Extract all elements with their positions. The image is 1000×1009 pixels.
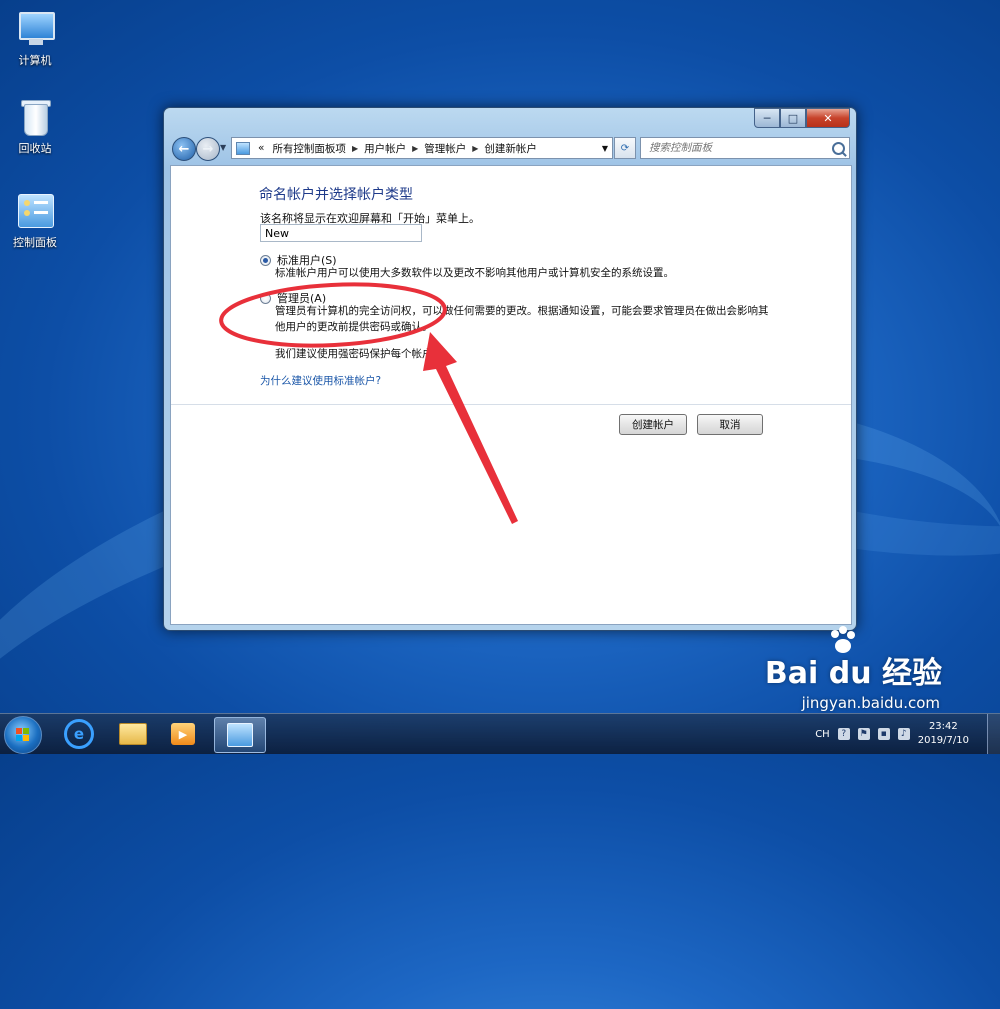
action-center-icon[interactable]: ⚑ bbox=[857, 728, 870, 740]
password-recommendation: 我们建议使用强密码保护每个帐户。 bbox=[275, 348, 443, 360]
why-standard-account-link[interactable]: 为什么建议使用标准帐户? bbox=[260, 373, 381, 388]
forward-button[interactable]: → bbox=[196, 137, 220, 161]
chevron-right-icon[interactable]: ▶ bbox=[470, 144, 480, 153]
control-panel-icon bbox=[16, 192, 54, 230]
desktop-icon-control-panel[interactable]: 控制面板 bbox=[0, 192, 70, 250]
desktop-icon-label: 控制面板 bbox=[13, 236, 57, 249]
system-tray: CH ? ⚑ ▪ ♪ 23:42 2019/7/10 bbox=[815, 714, 1000, 754]
breadcrumb-overflow[interactable]: « bbox=[254, 142, 268, 154]
baidu-watermark: Bai du 经验 bbox=[764, 626, 942, 692]
watermark-brand: Bai du 经验 bbox=[764, 656, 942, 691]
cancel-button[interactable]: 取消 bbox=[697, 414, 763, 435]
page-title: 命名帐户并选择帐户类型 bbox=[259, 187, 413, 203]
maximize-button[interactable]: □ bbox=[780, 108, 806, 128]
taskbar-media-player[interactable]: ▶ bbox=[158, 717, 208, 751]
refresh-button[interactable]: ⟳ bbox=[614, 137, 636, 159]
administrator-description: 管理员有计算机的完全访问权，可以做任何需要的更改。根据通知设置，可能会要求管理员… bbox=[275, 305, 769, 333]
divider bbox=[171, 404, 851, 405]
breadcrumb-user-accounts[interactable]: 用户帐户 bbox=[360, 141, 410, 156]
address-bar[interactable]: « 所有控制面板项 ▶ 用户帐户 ▶ 管理帐户 ▶ 创建新帐户 ▼ bbox=[231, 137, 613, 159]
search-box[interactable] bbox=[640, 137, 850, 159]
recent-pages-dropdown[interactable]: ▼ bbox=[220, 143, 226, 152]
internet-explorer-icon: e bbox=[64, 719, 94, 749]
control-panel-icon bbox=[227, 723, 253, 747]
minimize-button[interactable]: ─ bbox=[754, 108, 780, 128]
windows-logo-icon bbox=[16, 728, 30, 742]
breadcrumb-create-account[interactable]: 创建新帐户 bbox=[480, 141, 541, 156]
search-icon[interactable] bbox=[832, 141, 845, 155]
clock-time: 23:42 bbox=[928, 721, 958, 732]
clock-date: 2019/7/10 bbox=[917, 735, 969, 746]
taskbar: e ▶ CH ? ⚑ ▪ ♪ 23:42 2019/7/10 bbox=[0, 713, 1000, 754]
taskbar-internet-explorer[interactable]: e bbox=[54, 717, 104, 751]
start-button[interactable] bbox=[4, 716, 42, 754]
standard-user-description: 标准帐户用户可以使用大多数软件以及更改不影响其他用户或计算机安全的系统设置。 bbox=[275, 267, 674, 279]
language-indicator[interactable]: CH bbox=[815, 729, 830, 740]
refresh-icon: ⟳ bbox=[620, 142, 630, 154]
chevron-right-icon[interactable]: ▶ bbox=[350, 144, 360, 153]
watermark-url: jingyan.baidu.com bbox=[801, 694, 940, 712]
forward-arrow-icon: → bbox=[202, 141, 214, 157]
search-input[interactable] bbox=[647, 141, 831, 155]
back-arrow-icon: ← bbox=[178, 141, 190, 157]
taskbar-explorer[interactable] bbox=[108, 717, 158, 751]
computer-icon bbox=[16, 10, 55, 48]
control-panel-window: ─ □ ✕ ← → ▼ « 所有控制面板项 ▶ 用户帐户 ▶ 管理帐户 ▶ 创建… bbox=[163, 107, 857, 631]
breadcrumb-all-items[interactable]: 所有控制面板项 bbox=[268, 141, 350, 156]
help-icon[interactable]: ? bbox=[837, 728, 850, 740]
back-button[interactable]: ← bbox=[172, 137, 196, 161]
taskbar-control-panel[interactable] bbox=[214, 717, 266, 753]
close-button[interactable]: ✕ bbox=[806, 108, 850, 128]
desktop-icon-label: 计算机 bbox=[18, 54, 52, 67]
create-account-button[interactable]: 创建帐户 bbox=[619, 414, 687, 435]
control-panel-icon bbox=[236, 141, 250, 155]
network-icon[interactable]: ▪ bbox=[877, 728, 890, 740]
show-desktop-button[interactable] bbox=[987, 714, 1000, 754]
chevron-right-icon[interactable]: ▶ bbox=[410, 144, 420, 153]
content-pane: 命名帐户并选择帐户类型 该名称将显示在欢迎屏幕和「开始」菜单上。 标准用户(S)… bbox=[170, 165, 852, 625]
navigation-bar: ← → ▼ « 所有控制面板项 ▶ 用户帐户 ▶ 管理帐户 ▶ 创建新帐户 ▼ … bbox=[170, 136, 850, 161]
administrator-radio[interactable] bbox=[260, 292, 271, 304]
account-name-input[interactable] bbox=[260, 224, 422, 242]
desktop-icon-label: 回收站 bbox=[18, 142, 52, 155]
desktop-icon-computer[interactable]: 计算机 bbox=[0, 10, 70, 68]
desktop-icon-recycle-bin[interactable]: 回收站 bbox=[0, 98, 70, 156]
clock[interactable]: 23:42 2019/7/10 bbox=[918, 720, 969, 748]
volume-icon[interactable]: ♪ bbox=[897, 728, 910, 740]
paw-icon bbox=[830, 626, 855, 653]
chevron-down-icon[interactable]: ▼ bbox=[602, 144, 608, 153]
breadcrumb-manage-accounts[interactable]: 管理帐户 bbox=[420, 141, 470, 156]
media-player-icon: ▶ bbox=[171, 723, 195, 745]
standard-user-radio[interactable] bbox=[260, 254, 271, 266]
window-controls: ─ □ ✕ bbox=[754, 108, 850, 128]
folder-icon bbox=[119, 723, 147, 745]
recycle-bin-icon bbox=[16, 98, 54, 136]
